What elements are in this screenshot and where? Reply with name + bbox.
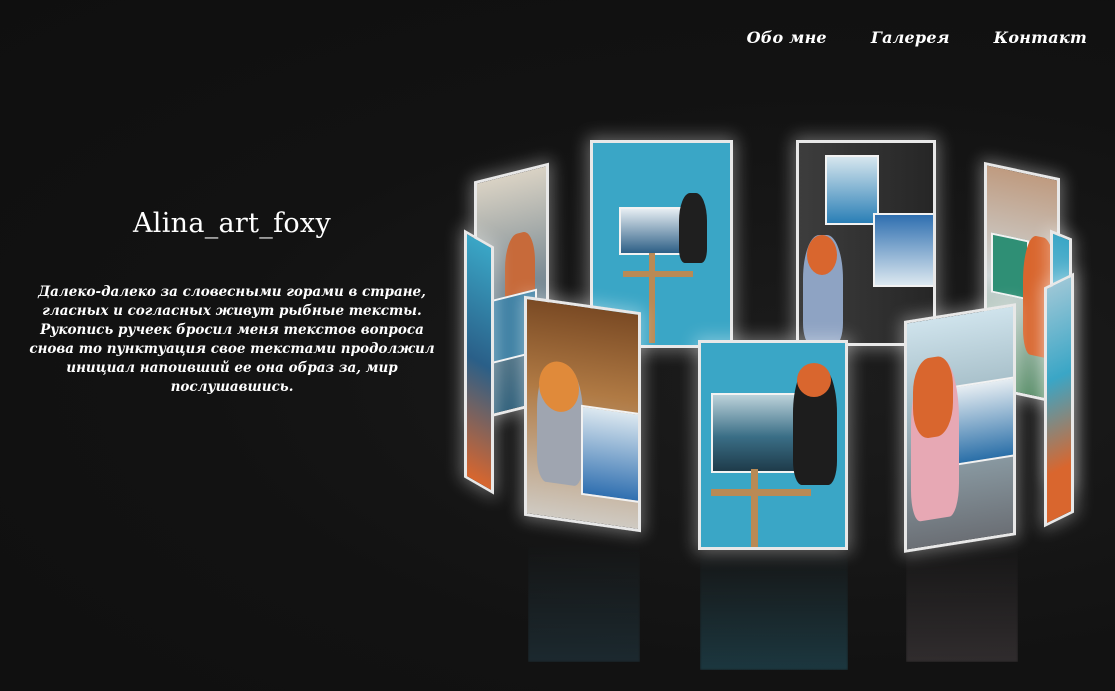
hero-section: Alina_art_foxy Далеко-далеко за словесны… [28, 208, 436, 397]
photo-carousel[interactable] [460, 130, 1090, 670]
photo-back-center[interactable] [796, 140, 936, 346]
photo-front-right[interactable] [904, 303, 1016, 553]
nav-link-gallery[interactable]: Галерея [871, 28, 950, 47]
photo-reflection [528, 542, 640, 662]
photo-reflection [906, 542, 1018, 662]
photo-reflection [700, 550, 848, 670]
photo-front-right-edge[interactable] [1044, 272, 1074, 528]
top-nav: Обо мне Галерея Контакт [747, 28, 1087, 47]
nav-link-contact[interactable]: Контакт [994, 28, 1087, 47]
photo-front-left[interactable] [524, 295, 641, 533]
site-title: Alina_art_foxy [132, 208, 332, 239]
nav-link-about[interactable]: Обо мне [747, 28, 827, 47]
page: Обо мне Галерея Контакт Alina_art_foxy Д… [0, 0, 1115, 691]
photo-front-center[interactable] [698, 340, 848, 550]
hero-description: Далеко-далеко за словесными горами в стр… [29, 284, 435, 395]
photo-front-left-edge[interactable] [464, 229, 494, 495]
